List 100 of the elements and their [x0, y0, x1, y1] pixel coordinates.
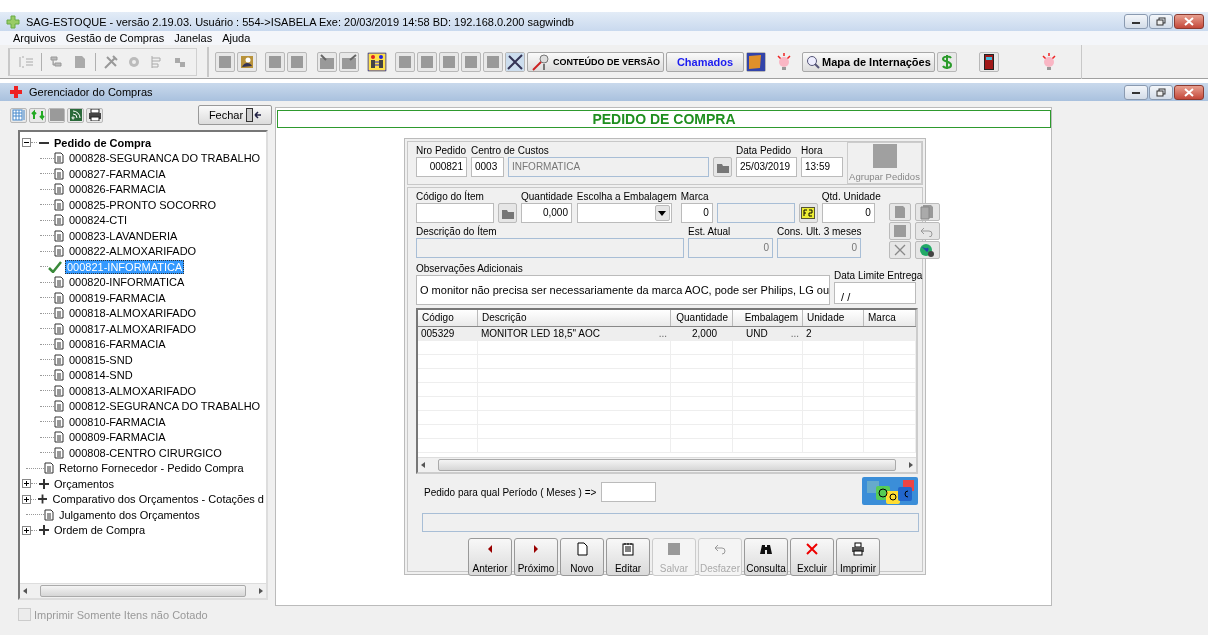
tree-item[interactable]: 000828-SEGURANCA DO TRABALHO	[67, 151, 263, 166]
input-field[interactable]: 0,000	[521, 203, 572, 223]
caret-icon	[658, 210, 667, 216]
tickets-button[interactable]: Chamados	[666, 51, 744, 72]
menu-item[interactable]: Janelas	[169, 32, 218, 44]
column-header[interactable]: Descrição	[478, 310, 671, 326]
column-header[interactable]: Embalagem	[733, 310, 803, 326]
tree-item[interactable]: Orçamentos	[52, 476, 116, 491]
tree-item[interactable]: Ordem de Compra	[52, 523, 148, 538]
input-field[interactable]: 13:59	[801, 157, 843, 177]
tree-item[interactable]: 000816-FARMACIA	[67, 337, 168, 352]
tree-item[interactable]: 000819-FARMACIA	[67, 290, 168, 305]
toolbar-button[interactable]	[237, 51, 257, 72]
tree-item[interactable]: 000824-CTI	[67, 213, 130, 228]
tree-item[interactable]: 000818-ALMOXARIFADO	[67, 306, 199, 321]
input-field[interactable]: 0	[688, 238, 773, 258]
restore-button[interactable]	[1149, 14, 1173, 29]
tree-item[interactable]: 000815-SND	[67, 352, 135, 367]
tree-item[interactable]: 000810-FARMACIA	[67, 414, 168, 429]
tree-item[interactable]: Retorno Fornecedor - Pedido Compra	[57, 461, 246, 476]
map-button[interactable]: Mapa de Internações	[802, 51, 935, 72]
input-field[interactable]: 0	[777, 238, 861, 258]
action-button[interactable]: Imprimir	[836, 538, 880, 576]
toolbar-button[interactable]	[86, 107, 103, 123]
menu-item[interactable]: Arquivos	[8, 32, 61, 44]
column-header[interactable]: Quantidade	[671, 310, 733, 326]
restore-button[interactable]	[1149, 84, 1173, 100]
tree-item[interactable]: Pedido de Compra	[52, 135, 154, 150]
action-button[interactable]: Consulta	[744, 538, 788, 576]
horizontal-scrollbar[interactable]	[418, 457, 916, 472]
child-window-title: Gerenciador do Compras	[29, 86, 154, 98]
horizontal-scrollbar[interactable]	[20, 583, 266, 598]
ellipsis-button[interactable]: ...	[790, 327, 799, 340]
input-field[interactable]: 0	[821, 203, 875, 223]
toolbar-button[interactable]	[978, 51, 999, 72]
action-button[interactable]: Próximo	[514, 538, 558, 576]
input-field[interactable]	[416, 238, 684, 258]
dropdown[interactable]	[576, 203, 672, 223]
column-header[interactable]: Código	[418, 310, 478, 326]
action-button[interactable]: Anterior	[468, 538, 512, 576]
tree-item[interactable]: Julgamento dos Orçamentos	[57, 507, 202, 522]
close-button[interactable]	[1174, 14, 1204, 29]
tree-item[interactable]: 000809-FARMACIA	[67, 430, 168, 445]
toolbar-button[interactable]	[746, 51, 766, 72]
tree-item[interactable]: 000827-FARMACIA	[67, 166, 168, 181]
action-button[interactable]: Excluir	[790, 538, 834, 576]
tree-item[interactable]: 000814-SND	[67, 368, 135, 383]
notes-field[interactable]: O monitor não precisa ser necessariamente da marca AOC, pode ser Philips, LG ou	[416, 275, 830, 305]
minimize-button[interactable]	[1124, 14, 1148, 29]
tree-item[interactable]: 000826-FARMACIA	[67, 182, 168, 197]
expander-icon[interactable]	[22, 138, 31, 148]
icon-button[interactable]	[498, 203, 517, 223]
tools-icon	[506, 52, 524, 71]
input-field[interactable]: 000821	[416, 157, 467, 177]
menu-item[interactable]: Gestão de Compras	[60, 32, 170, 44]
icon-button[interactable]	[798, 203, 818, 223]
expander-icon[interactable]	[22, 479, 31, 489]
input-field[interactable]: 0003	[471, 157, 504, 177]
expander-icon[interactable]	[22, 494, 31, 504]
input-field[interactable]	[601, 482, 657, 502]
icon-button[interactable]	[713, 157, 732, 177]
refresh-icon	[30, 109, 45, 121]
icon-button[interactable]	[914, 241, 940, 259]
input-field[interactable]: 25/03/2019	[736, 157, 797, 177]
tree-item[interactable]: 000817-ALMOXARIFADO	[67, 321, 199, 336]
close-button[interactable]	[1174, 84, 1204, 100]
menu-item[interactable]: Ajuda	[217, 32, 256, 44]
close-panel-button[interactable]: Fechar	[198, 105, 272, 125]
x-icon	[892, 243, 907, 257]
checkbox-label: Imprimir Somente Itens não Cotado	[34, 608, 208, 621]
tree-item[interactable]: 000825-PRONTO SOCORRO	[67, 197, 219, 212]
input-field[interactable]	[716, 203, 795, 223]
ellipsis-button[interactable]: ...	[658, 327, 667, 340]
column-header[interactable]: Marca	[864, 310, 916, 326]
tree-item[interactable]: 000813-ALMOXARIFADO	[67, 383, 199, 398]
tree-item[interactable]: Comparativo dos Orçamentos - Cotações d	[50, 492, 266, 507]
document-icon	[54, 229, 64, 242]
toolbar-button[interactable]	[505, 51, 525, 72]
action-button[interactable]: Editar	[606, 538, 650, 576]
tree-item[interactable]: 000822-ALMOXARIFADO	[67, 244, 199, 259]
input-field[interactable]: 0	[680, 203, 713, 223]
tree-item[interactable]: 000812-SEGURANCA DO TRABALHO	[67, 399, 263, 414]
toolbar-button[interactable]	[367, 51, 387, 72]
tree-item[interactable]: 000823-LAVANDERIA	[67, 228, 180, 243]
column-header[interactable]: Unidade	[803, 310, 864, 326]
notepad-icon	[621, 542, 635, 556]
document-icon	[54, 369, 64, 382]
action-button[interactable]: Novo	[560, 538, 604, 576]
input-field[interactable]: INFORMATICA	[508, 157, 709, 177]
table-row[interactable]: 005329 MONITOR LED 18,5" AOC ... 2,000 UND ... 2	[418, 327, 916, 341]
input-field[interactable]	[416, 203, 494, 223]
input-field[interactable]: / /	[834, 282, 916, 304]
document-icon	[54, 338, 64, 351]
tree-item[interactable]: 000808-CENTRO CIRURGICO	[67, 445, 224, 460]
square-icon	[268, 54, 282, 69]
version-button[interactable]: CONTEÚDO DE VERSÃO	[527, 51, 664, 72]
expander-icon[interactable]	[22, 525, 31, 535]
printer-icon	[851, 542, 865, 556]
minimize-button[interactable]	[1124, 84, 1148, 100]
tree-item[interactable]: 000820-INFORMATICA	[67, 275, 187, 290]
